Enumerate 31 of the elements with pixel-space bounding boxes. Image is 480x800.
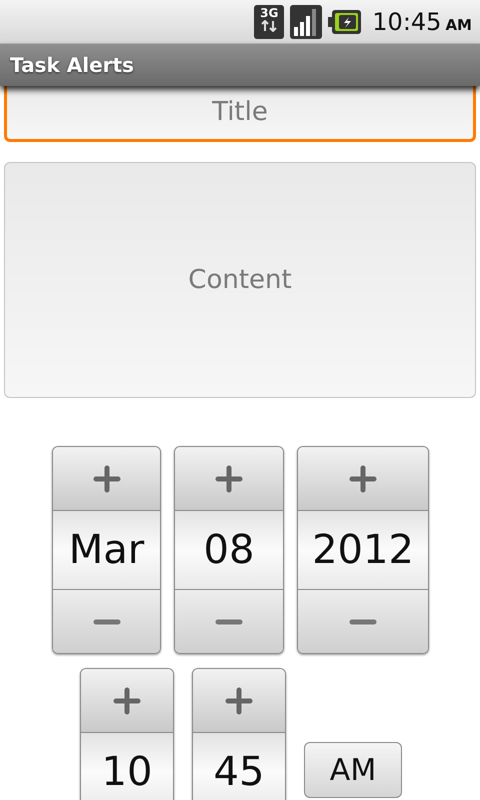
network-label: 3G bbox=[260, 6, 278, 20]
app-title: Task Alerts bbox=[10, 52, 134, 79]
decrement-button[interactable] bbox=[53, 589, 160, 653]
battery-icon bbox=[328, 8, 362, 34]
increment-button[interactable] bbox=[175, 447, 283, 511]
picker-value: 08 bbox=[175, 511, 283, 589]
increment-button[interactable] bbox=[298, 447, 428, 511]
increment-button[interactable] bbox=[193, 669, 285, 733]
increment-button[interactable] bbox=[81, 669, 173, 733]
plus-icon bbox=[215, 464, 243, 492]
plus-icon bbox=[349, 464, 377, 492]
minus-icon bbox=[215, 618, 243, 626]
minus-icon bbox=[92, 618, 120, 626]
text-field[interactable]: Title bbox=[4, 86, 476, 142]
picker-value: 45 bbox=[193, 733, 285, 800]
decrement-button[interactable] bbox=[298, 589, 428, 653]
meridiem-button[interactable]: AM bbox=[304, 742, 402, 798]
clock-time: 10:45 bbox=[372, 6, 442, 38]
clock-meridiem: AM bbox=[445, 14, 472, 36]
decrement-button[interactable] bbox=[175, 589, 283, 653]
picker-value: 2012 bbox=[298, 511, 428, 589]
increment-button[interactable] bbox=[53, 447, 160, 511]
plus-icon bbox=[113, 686, 141, 714]
plus-icon bbox=[92, 464, 120, 492]
picker-value: 10 bbox=[81, 733, 173, 800]
signal-icon bbox=[290, 4, 322, 38]
minus-icon bbox=[349, 618, 377, 626]
arrows-icon bbox=[260, 20, 278, 32]
plus-icon bbox=[225, 686, 253, 714]
text-field[interactable]: Content bbox=[4, 162, 476, 398]
picker-value: Mar bbox=[53, 511, 160, 589]
